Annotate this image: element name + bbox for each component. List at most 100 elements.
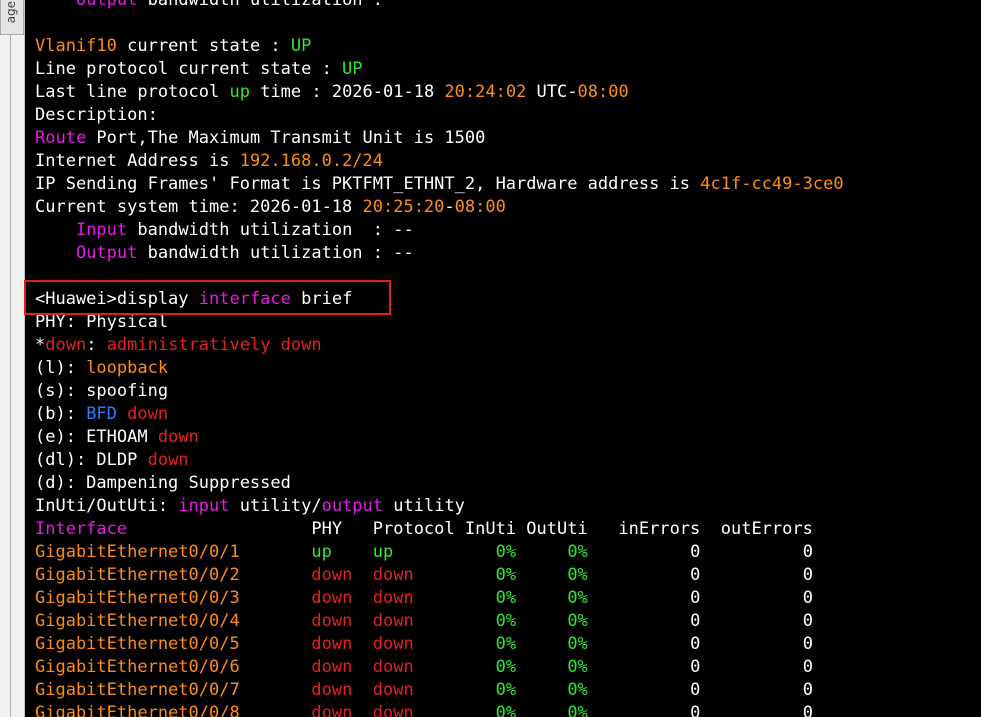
terminal-text-segment: down	[311, 565, 353, 585]
terminal-line: *down: administratively down	[35, 334, 322, 357]
terminal-text-segment: down	[311, 657, 353, 677]
terminal-line: GigabitEthernet0/0/2 down down 0% 0% 0 0	[35, 564, 813, 587]
terminal-text-segment: 0 0	[587, 703, 813, 717]
terminal-text-segment: UP	[290, 36, 312, 56]
terminal-text-segment: down	[372, 588, 414, 608]
terminal-text-segment: 0%	[567, 703, 588, 717]
terminal-text-segment: 08:00	[577, 82, 629, 102]
terminal-text-segment: 0%	[495, 657, 517, 677]
side-panel-tab[interactable]: ager	[0, 0, 24, 35]
terminal-text-segment: 0%	[567, 657, 588, 677]
terminal-line: Description:	[35, 104, 158, 127]
terminal-text-segment: 0%	[567, 565, 588, 585]
terminal-text-segment: 4c1f-cc49-3ce0	[700, 174, 844, 194]
terminal-text-segment: Interface	[35, 519, 128, 539]
terminal-text-segment: 0 0	[587, 634, 813, 654]
terminal-text-segment: PHY Protocol InUti OutUti inErrors outEr…	[127, 519, 813, 539]
terminal-text-segment: 0%	[495, 588, 517, 608]
terminal-text-segment: GigabitEthernet0/0/1	[35, 542, 240, 562]
terminal-text-segment: -	[444, 197, 455, 217]
terminal-text-segment: UP	[342, 59, 363, 79]
terminal-text-segment: *	[35, 335, 46, 355]
terminal-line: GigabitEthernet0/0/6 down down 0% 0% 0 0	[35, 656, 813, 679]
terminal-text-segment: down	[372, 680, 414, 700]
terminal-text-segment: (b):	[35, 404, 87, 424]
terminal-text-segment: up	[372, 542, 394, 562]
terminal-text-segment: 0%	[495, 565, 517, 585]
terminal-text-segment: GigabitEthernet0/0/6	[35, 657, 240, 677]
terminal-text-segment: GigabitEthernet0/0/4	[35, 611, 240, 631]
terminal-text-segment: up	[229, 82, 250, 102]
terminal-text-segment: down	[372, 634, 414, 654]
terminal-window[interactable]: Output bandwidth utilization : Vlanif10 c…	[32, 0, 981, 717]
terminal-text-segment: time : 2026-01-18	[249, 82, 445, 102]
terminal-text-segment: 0%	[567, 611, 588, 631]
terminal-text-segment: InUti/OutUti:	[35, 496, 179, 516]
terminal-text-segment: Output	[75, 0, 138, 10]
terminal-text-segment: (s): spoofing	[35, 381, 169, 401]
terminal-text-segment: 0 0	[587, 588, 813, 608]
terminal-line: GigabitEthernet0/0/1 up up 0% 0% 0 0	[35, 541, 813, 564]
terminal-text-segment: 0%	[495, 680, 517, 700]
terminal-text-segment: down	[147, 450, 189, 470]
terminal-text-segment: down	[311, 588, 353, 608]
terminal-line: GigabitEthernet0/0/5 down down 0% 0% 0 0	[35, 633, 813, 656]
terminal-text-segment: 0%	[567, 680, 588, 700]
terminal-text-segment: (e): ETHOAM	[35, 427, 158, 447]
terminal-line: (d): Dampening Suppressed	[35, 472, 291, 495]
terminal-text-segment: output	[321, 496, 384, 516]
terminal-text-segment: bandwidth utilization :	[137, 0, 384, 10]
terminal-text-segment: bandwidth utilization : --	[127, 220, 414, 240]
terminal-text-segment: Description:	[35, 105, 158, 125]
terminal-line: (b): BFD down	[35, 403, 168, 426]
terminal-text-segment: PHY: Physical	[35, 312, 169, 332]
terminal-text-segment: 0 0	[587, 680, 813, 700]
terminal-line: Current system time: 2026-01-18 20:25:20…	[35, 196, 506, 219]
terminal-text-segment: 0 0	[587, 565, 813, 585]
terminal-text-segment: 0%	[495, 634, 517, 654]
terminal-text-segment: Internet Address is	[35, 151, 240, 171]
terminal-text-segment: loopback	[86, 358, 169, 378]
terminal-text-segment: Input	[75, 220, 128, 240]
terminal-line: (s): spoofing	[35, 380, 168, 403]
terminal-text-segment: 0%	[495, 542, 517, 562]
terminal-text-segment: down	[45, 335, 87, 355]
terminal-line: (dl): DLDP down	[35, 449, 189, 472]
terminal-text-segment: down	[311, 680, 353, 700]
terminal-text-segment: 0%	[567, 542, 588, 562]
terminal-text-segment: down	[372, 611, 414, 631]
terminal-text-segment: :	[86, 335, 107, 355]
terminal-text-segment: Last line protocol	[35, 82, 230, 102]
side-panel-tab-label: ager	[4, 0, 18, 24]
terminal-text-segment: 20:25:20	[362, 197, 445, 217]
terminal-text-segment: GigabitEthernet0/0/7	[35, 680, 240, 700]
terminal-text-segment: current state :	[116, 36, 291, 56]
side-panel: ager	[0, 0, 25, 717]
terminal-line: Output bandwidth utilization : --	[35, 242, 414, 265]
terminal-text-segment: 0 0	[587, 657, 813, 677]
terminal-line: Route Port,The Maximum Transmit Unit is …	[35, 127, 485, 150]
terminal-text-segment: bandwidth utilization : --	[137, 243, 414, 263]
terminal-text-segment: Port,The Maximum Transmit Unit is 1500	[86, 128, 486, 148]
